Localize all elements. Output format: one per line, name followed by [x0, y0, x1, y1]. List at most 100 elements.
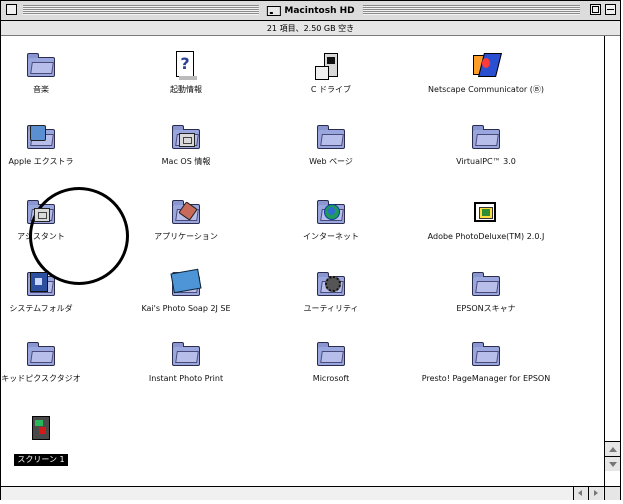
- drive-icon[interactable]: [314, 51, 348, 81]
- screenshot-file-shape: [32, 416, 50, 440]
- folder-shape: [317, 125, 345, 149]
- vertical-scrollbar[interactable]: [604, 36, 620, 486]
- folder-icon[interactable]: [24, 51, 58, 81]
- item-label: 起動情報: [121, 85, 251, 95]
- item-label: Mac OS 情報: [121, 157, 251, 167]
- item-label-text: Microsoft: [312, 374, 350, 383]
- item-label: Adobe PhotoDeluxe(TM) 2.0.J: [421, 232, 551, 242]
- folder-icon[interactable]: [314, 270, 348, 300]
- desktop-item[interactable]: 音楽: [0, 51, 106, 107]
- item-label: Web ページ: [266, 157, 396, 167]
- desktop-item[interactable]: C ドライブ: [266, 51, 396, 107]
- folder-icon[interactable]: [24, 340, 58, 370]
- netscape-logo: [471, 53, 502, 77]
- scroll-right-arrow-icon[interactable]: [588, 487, 603, 500]
- item-label-text: C ドライブ: [310, 85, 352, 94]
- item-label-text: 起動情報: [170, 85, 202, 94]
- horizontal-scrollbar[interactable]: [1, 486, 620, 500]
- desktop-item[interactable]: スクリーン 1: [0, 416, 106, 472]
- item-label-text: ユーティリティ: [303, 304, 359, 313]
- item-label-text: Kai's Photo Soap 2J SE: [141, 304, 231, 313]
- item-label: スクリーン 1: [0, 450, 106, 466]
- desktop-item[interactable]: EPSONスキャナ: [421, 270, 551, 326]
- item-label-text: アプリケーション: [154, 232, 218, 241]
- desktop-item[interactable]: キッドピクスクタジオ: [0, 340, 106, 396]
- desktop-item[interactable]: Netscape Communicator (Ⓑ): [421, 51, 551, 107]
- scroll-up-arrow-icon[interactable]: [605, 441, 620, 456]
- folder-icon[interactable]: [169, 268, 203, 300]
- folder-shape: [172, 342, 200, 366]
- window-badge-icon: [179, 133, 195, 147]
- scroll-left-arrow-icon[interactable]: [573, 487, 588, 500]
- folder-shape: [317, 342, 345, 366]
- folder-icon[interactable]: [314, 340, 348, 370]
- item-label: Kai's Photo Soap 2J SE: [121, 304, 251, 314]
- screenshot-file-icon[interactable]: [24, 416, 58, 446]
- folder-shape: [27, 342, 55, 366]
- question-mark-icon: ?: [176, 51, 197, 80]
- photo-deluxe-icon[interactable]: [469, 198, 503, 228]
- folder-icon[interactable]: [469, 270, 503, 300]
- item-label-text: 音楽: [33, 85, 49, 94]
- item-label-text: キッドピクスクタジオ: [1, 374, 81, 383]
- item-label: キッドピクスクタジオ: [0, 374, 106, 384]
- folder-icon[interactable]: [469, 123, 503, 153]
- desktop-item[interactable]: VirtualPC™ 3.0: [421, 123, 551, 179]
- desktop-item[interactable]: Kai's Photo Soap 2J SE: [121, 268, 251, 326]
- item-label: Instant Photo Print: [121, 374, 251, 384]
- items-and-free-space: 21 項目、2.50 GB 空き: [266, 24, 355, 33]
- desktop-item[interactable]: Web ページ: [266, 123, 396, 179]
- gear-badge-icon: [325, 276, 341, 292]
- desktop-item[interactable]: Presto! PageManager for EPSON: [421, 340, 551, 396]
- close-box-icon[interactable]: [6, 4, 17, 15]
- item-label: Netscape Communicator (Ⓑ): [421, 85, 551, 95]
- desktop-item[interactable]: ? 起動情報: [121, 51, 251, 107]
- folder-icon[interactable]: [169, 123, 203, 153]
- puzzle-badge-icon: [30, 272, 48, 292]
- item-label: Apple エクストラ: [0, 157, 106, 167]
- folder-icon[interactable]: [169, 340, 203, 370]
- folder-icon[interactable]: [314, 123, 348, 153]
- item-label: アプリケーション: [121, 232, 251, 242]
- desktop-item[interactable]: Adobe PhotoDeluxe(TM) 2.0.J: [421, 198, 551, 254]
- item-label-text: Adobe PhotoDeluxe(TM) 2.0.J: [427, 232, 545, 241]
- desktop-item[interactable]: Apple エクストラ: [0, 123, 106, 179]
- item-label: Microsoft: [266, 374, 396, 384]
- item-label-text: インターネット: [303, 232, 359, 241]
- folder-icon[interactable]: [24, 123, 58, 153]
- item-label: Presto! PageManager for EPSON: [421, 374, 551, 384]
- desktop-item[interactable]: アプリケーション: [121, 198, 251, 254]
- help-document-icon[interactable]: ?: [169, 51, 203, 81]
- zoom-box-icon[interactable]: [590, 4, 601, 15]
- folder-shape: [27, 53, 55, 77]
- item-label: ユーティリティ: [266, 304, 396, 314]
- annotation-circle: [29, 187, 129, 285]
- folder-icon[interactable]: [314, 198, 348, 228]
- desktop-item[interactable]: ユーティリティ: [266, 270, 396, 326]
- desktop-item[interactable]: Microsoft: [266, 340, 396, 396]
- desktop-item[interactable]: Mac OS 情報: [121, 123, 251, 179]
- desktop-item[interactable]: インターネット: [266, 198, 396, 254]
- netscape-icon[interactable]: [469, 51, 503, 81]
- item-label-text: Apple エクストラ: [8, 157, 74, 166]
- folder-icon[interactable]: [469, 340, 503, 370]
- horizontal-scroll-arrows: [573, 487, 603, 500]
- item-label-text: システムフォルダ: [9, 304, 73, 313]
- window-badge-icon: [34, 208, 50, 222]
- item-label-text: Web ページ: [309, 157, 353, 166]
- drive-shape: [315, 53, 338, 80]
- folder-shape: [472, 125, 500, 149]
- collapse-box-icon[interactable]: [605, 4, 616, 15]
- item-label: システムフォルダ: [0, 304, 106, 314]
- item-label: 音楽: [0, 85, 106, 95]
- title-bar[interactable]: Macintosh HD: [1, 1, 620, 21]
- item-label-text: Mac OS 情報: [161, 157, 211, 166]
- globe-badge-icon: [324, 204, 340, 220]
- item-label-text: EPSONスキャナ: [456, 304, 516, 313]
- scroll-down-arrow-icon[interactable]: [605, 456, 620, 471]
- resize-grow-box-icon[interactable]: [604, 487, 620, 500]
- folder-icon[interactable]: [169, 198, 203, 228]
- window-info-bar: 21 項目、2.50 GB 空き: [1, 21, 620, 36]
- desktop-item[interactable]: Instant Photo Print: [121, 340, 251, 396]
- folder-shape: [472, 342, 500, 366]
